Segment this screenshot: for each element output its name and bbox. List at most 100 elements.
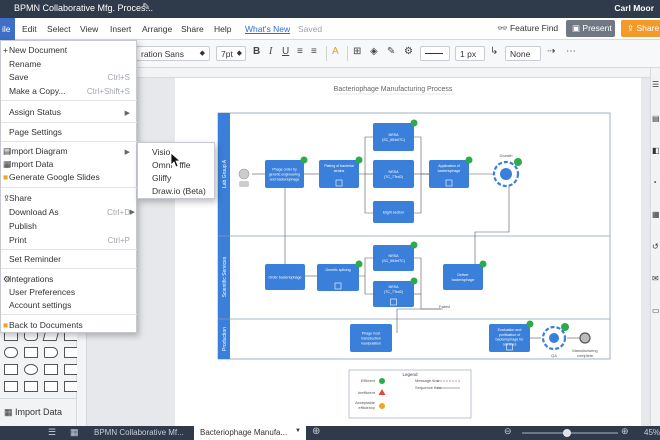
shape-sort[interactable]: [64, 381, 78, 392]
shape-predefined[interactable]: [24, 347, 38, 358]
effects-icon[interactable]: ⚙: [404, 46, 413, 57]
history-icon[interactable]: ↺: [652, 242, 659, 251]
more-icon[interactable]: ⋯: [566, 46, 576, 57]
task-t9[interactable]: NRSA(SC_654ef7C): [373, 241, 418, 272]
page-icon[interactable]: ▤: [652, 114, 660, 123]
account-settings-item[interactable]: Account settings: [9, 300, 71, 310]
share-button[interactable]: ⇪ Share: [621, 20, 660, 37]
italic-button[interactable]: I: [269, 46, 272, 57]
make-copy-item[interactable]: Make a Copy...: [9, 86, 66, 96]
fill-color-icon[interactable]: ◈: [370, 46, 378, 57]
import-diagram-item[interactable]: Import Diagram: [9, 146, 68, 156]
shape-extract[interactable]: [44, 381, 58, 392]
shape-display[interactable]: [4, 364, 18, 375]
back-to-documents-item[interactable]: Back to Documents: [9, 320, 83, 330]
add-page-icon[interactable]: ⊕: [312, 426, 320, 437]
drawing-canvas[interactable]: Bacteriophage Manufacturing Process Lab …: [87, 78, 650, 426]
set-reminder-item[interactable]: Set Reminder: [9, 254, 61, 264]
underline-button[interactable]: U: [282, 46, 289, 57]
line-style-select[interactable]: [420, 46, 450, 61]
print-shortcut: Ctrl+P: [107, 236, 130, 245]
shapes-icon[interactable]: ◔: [652, 178, 657, 187]
task-t10[interactable]: NRSA(TC_7Ted2): [373, 277, 418, 308]
generate-slides-item[interactable]: Generate Google Slides: [9, 172, 100, 182]
line-color-icon[interactable]: ✎: [387, 46, 395, 57]
import-data-button[interactable]: ▦ Import Data: [0, 398, 77, 424]
align-left-icon[interactable]: ≡: [297, 46, 303, 57]
layers-icon[interactable]: ◧: [652, 146, 660, 155]
zoom-level[interactable]: 45%: [644, 428, 660, 437]
present-button[interactable]: ▣ Present: [566, 20, 615, 37]
align-center-icon[interactable]: ≡: [311, 46, 317, 57]
feature-find-button[interactable]: 👓 Feature Find: [497, 23, 558, 34]
user-preferences-item[interactable]: User Preferences: [9, 287, 75, 297]
download-as-item[interactable]: Download As: [9, 207, 59, 217]
menu-whats-new[interactable]: What's New: [245, 24, 290, 34]
user-name[interactable]: Carl Moor: [614, 3, 654, 13]
import-visio-item[interactable]: Visio: [152, 147, 170, 157]
menu-insert[interactable]: Insert: [110, 24, 131, 34]
end-arrow-icon[interactable]: ⇢: [547, 46, 555, 57]
grid-view-icon[interactable]: ▦: [70, 427, 79, 438]
import-data-item[interactable]: Import Data: [9, 159, 53, 169]
task-t1[interactable]: Phage order bygenetic engineeringand bac…: [265, 156, 308, 189]
font-family-select[interactable]: ration Sans ◆: [136, 46, 210, 61]
task-t13[interactable]: Evaluation andpurification ofbacteriopha…: [489, 320, 534, 353]
task-t5[interactable]: Elight section: [373, 201, 414, 223]
menu-edit[interactable]: Edit: [22, 24, 37, 34]
zoom-slider-handle[interactable]: [563, 429, 571, 437]
task-t2[interactable]: Plating of bacterialstrains: [319, 156, 363, 189]
menu-select[interactable]: Select: [47, 24, 71, 34]
line-width-select[interactable]: 1 px: [455, 46, 485, 61]
menu-file[interactable]: ile: [0, 18, 15, 40]
menu-arrange[interactable]: Arrange: [142, 24, 172, 34]
connector-style-icon[interactable]: ↳: [490, 46, 498, 57]
document-title[interactable]: BPMN Collaborative Mfg. Proces...: [14, 3, 153, 13]
task-t12[interactable]: Phage hosttransductionmanipulation: [350, 324, 392, 352]
bold-button[interactable]: B: [253, 46, 260, 57]
shape-manual-input[interactable]: [64, 347, 78, 358]
shape-delay[interactable]: [44, 347, 58, 358]
start-arrow-select[interactable]: None: [505, 46, 541, 61]
task-t8[interactable]: Genetic splicing: [317, 260, 363, 292]
menu-icon[interactable]: ☰: [652, 80, 659, 89]
zoom-in-icon[interactable]: ⊕: [621, 426, 629, 437]
font-size-select[interactable]: 7pt ◆: [216, 46, 246, 61]
list-view-icon[interactable]: ☰: [48, 427, 56, 438]
shape-terminator[interactable]: [4, 347, 18, 358]
text-color-icon[interactable]: A: [332, 46, 339, 57]
shape-merge[interactable]: [24, 381, 38, 392]
import-drawio-item[interactable]: Draw.io (Beta): [152, 186, 206, 196]
page-settings-item[interactable]: Page Settings: [9, 127, 62, 137]
print-item[interactable]: Print: [9, 235, 26, 245]
pencil-icon[interactable]: ✎: [142, 2, 150, 13]
new-document-item[interactable]: New Document: [9, 45, 67, 55]
chat-icon[interactable]: ✉: [652, 274, 659, 283]
menu-share[interactable]: Share: [181, 24, 204, 34]
share-item[interactable]: Share: [9, 193, 32, 203]
page-tab[interactable]: BPMN Collaborative Mf...: [88, 426, 192, 440]
zoom-out-icon[interactable]: ⊖: [504, 426, 512, 437]
menu-help[interactable]: Help: [214, 24, 231, 34]
task-t6[interactable]: Application ofbacteriophage: [429, 156, 473, 189]
shape-circle[interactable]: [24, 364, 38, 375]
publish-item[interactable]: Publish: [9, 221, 37, 231]
task-t4[interactable]: NRSA(TC_7Ted2): [373, 160, 414, 188]
integrations-item[interactable]: Integrations: [9, 274, 53, 284]
menu-view[interactable]: View: [80, 24, 98, 34]
save-item[interactable]: Save: [9, 72, 28, 82]
shape-storage[interactable]: [4, 381, 18, 392]
task-t11[interactable]: Deliverbacteriophage: [443, 260, 487, 291]
task-t3[interactable]: NRSA(SC_654ef7C): [373, 119, 418, 152]
rename-item[interactable]: Rename: [9, 59, 41, 69]
data-icon[interactable]: ▦: [652, 210, 660, 219]
presentation-icon[interactable]: ▭: [652, 306, 660, 315]
table-icon[interactable]: ⊞: [353, 46, 361, 57]
assign-status-item[interactable]: Assign Status: [9, 107, 61, 117]
import-gliffy-item[interactable]: Gliffy: [152, 173, 171, 183]
shape-data[interactable]: [64, 364, 78, 375]
page-tab-active[interactable]: Bacteriophage Manufa... ▼: [194, 426, 306, 440]
shape-card[interactable]: [44, 364, 58, 375]
task-t7[interactable]: Order bacteriophage: [265, 264, 305, 290]
diagram-page[interactable]: Bacteriophage Manufacturing Process Lab …: [175, 78, 641, 426]
